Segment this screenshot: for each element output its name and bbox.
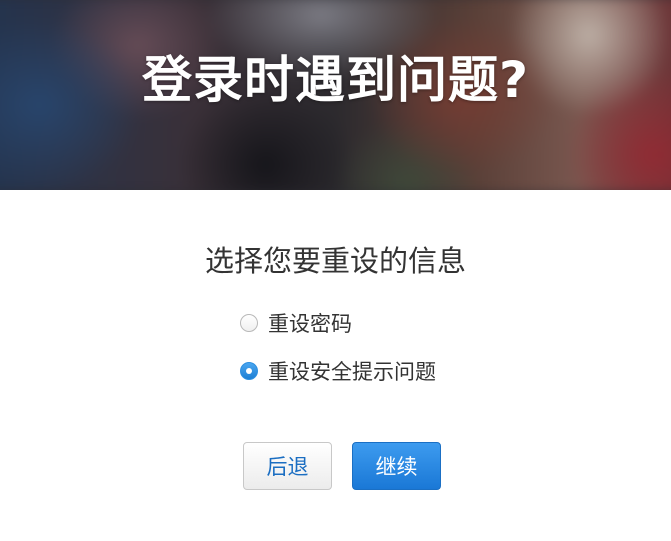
reset-options-group: 重设密码 重设安全提示问题: [240, 306, 436, 402]
continue-button[interactable]: 继续: [352, 442, 441, 490]
page-title: 登录时遇到问题?: [141, 51, 529, 109]
section-heading: 选择您要重设的信息: [204, 244, 466, 278]
radio-reset-security-question[interactable]: [240, 362, 258, 380]
option-reset-security-question[interactable]: 重设安全提示问题: [240, 354, 436, 388]
option-reset-password[interactable]: 重设密码: [240, 306, 436, 340]
page: 登录时遇到问题? 选择您要重设的信息 重设密码 重设安全提示问题 后退 继续: [0, 0, 671, 541]
hero-banner: 登录时遇到问题?: [0, 0, 671, 190]
option-label: 重设安全提示问题: [268, 360, 436, 384]
back-button[interactable]: 后退: [243, 442, 332, 490]
option-label: 重设密码: [268, 312, 352, 336]
radio-reset-password[interactable]: [240, 314, 258, 332]
